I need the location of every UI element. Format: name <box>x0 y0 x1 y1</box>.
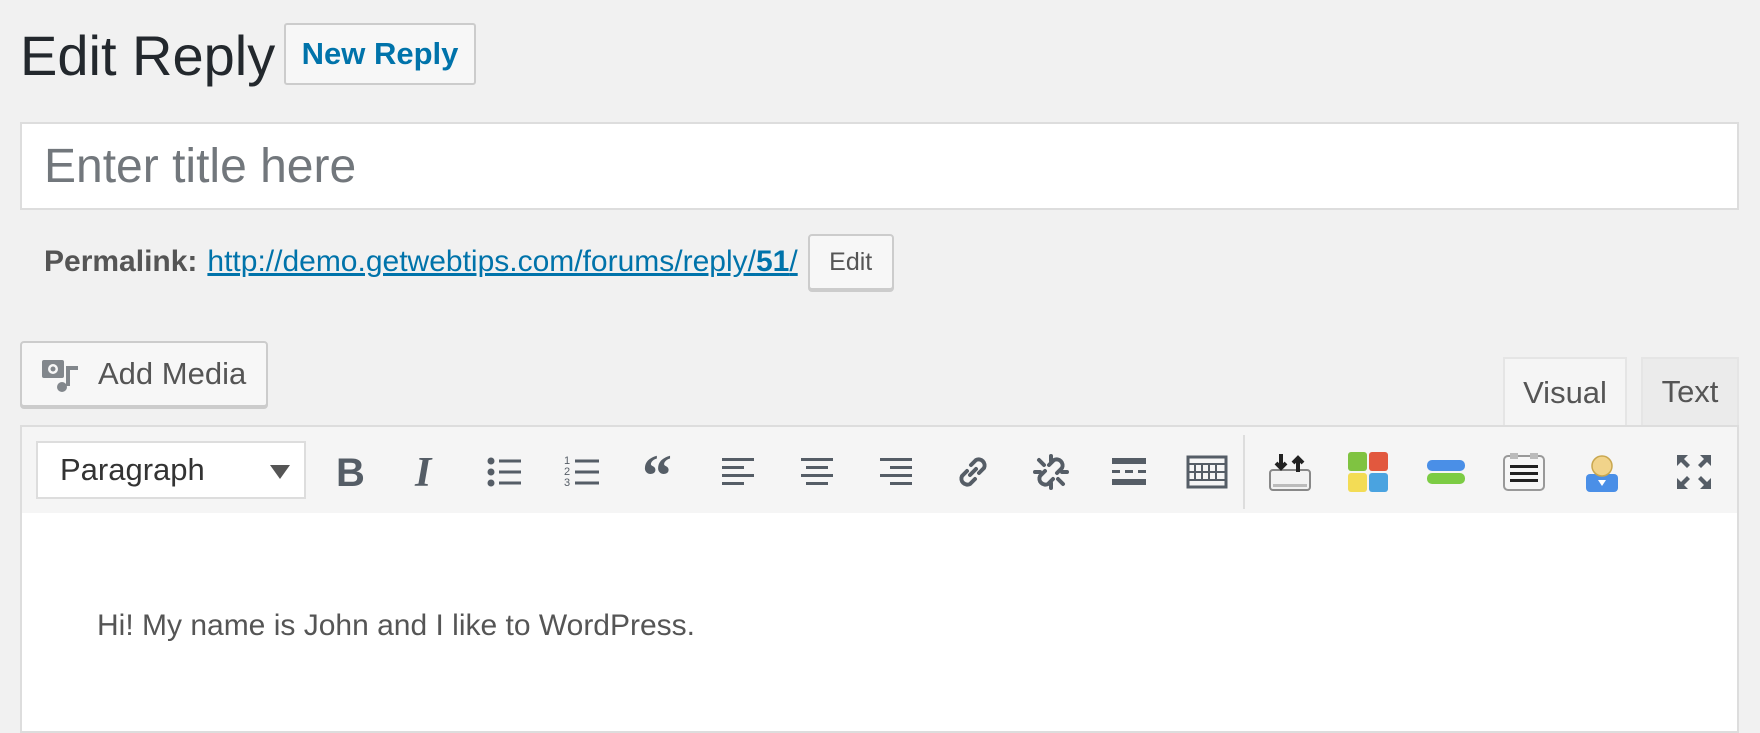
svg-text:3: 3 <box>564 477 570 489</box>
svg-text:“: “ <box>642 452 672 492</box>
svg-text:B: B <box>336 452 365 492</box>
text-block-icon[interactable] <box>1499 447 1549 497</box>
new-reply-button[interactable]: New Reply <box>284 23 476 85</box>
add-media-icon <box>40 354 80 394</box>
align-left-icon[interactable] <box>714 447 764 497</box>
bold-icon[interactable]: B <box>325 447 375 497</box>
page-title: Edit Reply <box>20 24 276 87</box>
unlink-icon[interactable] <box>1026 447 1076 497</box>
editor-content[interactable]: Hi! My name is John and I like to WordPr… <box>97 609 695 643</box>
align-center-icon[interactable] <box>792 447 842 497</box>
permalink-edit-button[interactable]: Edit <box>807 234 894 290</box>
fullscreen-icon[interactable] <box>1669 447 1719 497</box>
svg-text:I: I <box>414 452 433 492</box>
upload-icon[interactable] <box>1265 447 1315 497</box>
title-input[interactable] <box>20 122 1739 210</box>
editor-body[interactable]: Hi! My name is John and I like to WordPr… <box>20 513 1739 733</box>
numbered-list-icon[interactable]: 1 2 3 <box>558 447 608 497</box>
add-media-button[interactable]: Add Media <box>20 341 268 407</box>
user-profile-icon[interactable] <box>1577 447 1627 497</box>
italic-icon[interactable]: I <box>402 447 452 497</box>
permalink-label: Permalink: <box>44 245 198 278</box>
add-media-label: Add Media <box>98 356 247 391</box>
toggle-bars-icon[interactable] <box>1421 447 1471 497</box>
toolbar-separator <box>1243 435 1245 509</box>
editor-toolbar: Paragraph B I 1 2 3 “ <box>20 425 1739 515</box>
keyboard-toolbar-toggle-icon[interactable] <box>1182 447 1232 497</box>
permalink-row: Permalink: http://demo.getwebtips.com/fo… <box>44 234 894 290</box>
tab-visual[interactable]: Visual <box>1503 357 1627 427</box>
align-right-icon[interactable] <box>870 447 920 497</box>
format-select[interactable]: Paragraph <box>36 441 306 499</box>
tab-text[interactable]: Text <box>1641 357 1739 427</box>
bullet-list-icon[interactable] <box>480 447 530 497</box>
read-more-icon[interactable] <box>1104 447 1154 497</box>
chevron-down-icon <box>270 465 290 479</box>
format-select-value: Paragraph <box>60 452 205 487</box>
permalink-link[interactable]: http://demo.getwebtips.com/forums/reply/… <box>207 245 797 279</box>
link-icon[interactable] <box>948 447 998 497</box>
color-grid-icon[interactable] <box>1343 447 1393 497</box>
blockquote-icon[interactable]: “ <box>636 447 686 497</box>
